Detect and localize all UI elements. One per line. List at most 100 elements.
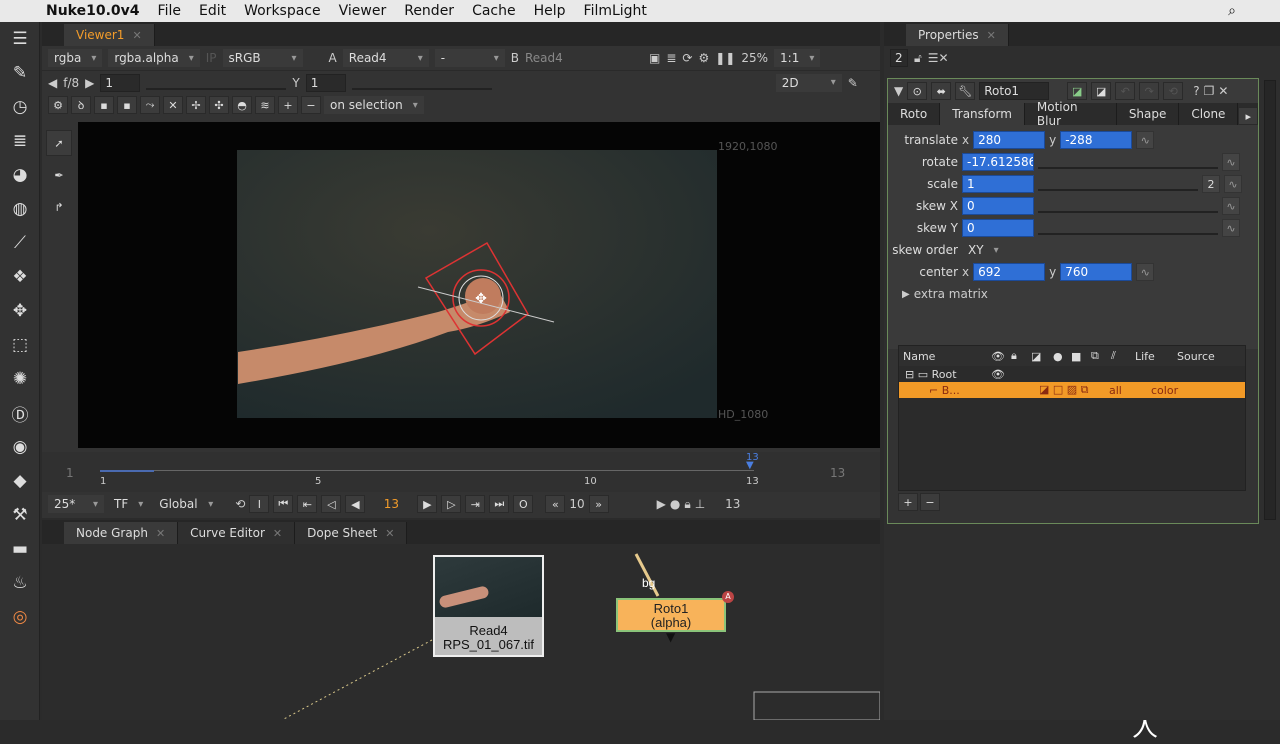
record-icon[interactable]: ● — [670, 497, 680, 511]
step-forward-icon[interactable]: » — [588, 495, 609, 513]
3d-icon[interactable]: ⬚ — [0, 328, 40, 362]
menu-edit[interactable]: Edit — [199, 3, 226, 19]
add-key-icon[interactable]: + — [278, 96, 298, 114]
timeline-end[interactable]: 13 — [830, 466, 845, 480]
fstop-next-icon[interactable]: ▶ — [85, 76, 94, 90]
views-icon[interactable]: ◉ — [0, 430, 40, 464]
gain-field[interactable]: 1 — [100, 73, 141, 92]
colorspace-dropdown[interactable]: sRGB — [222, 49, 303, 67]
selection-mode-dropdown[interactable]: on selection — [324, 96, 424, 114]
invert-icon[interactable]: ◪ — [1031, 350, 1053, 363]
animation-icon[interactable]: ∿ — [1222, 153, 1240, 171]
properties-scrollbar[interactable] — [1264, 80, 1276, 520]
float-icon[interactable]: ❐ — [1204, 84, 1215, 98]
loop-icon[interactable]: ⟲ — [235, 497, 245, 511]
end-frame[interactable]: 13 — [725, 497, 740, 511]
metadata-icon[interactable]: ◆ — [0, 464, 40, 498]
eye-icon[interactable]: 👁︎ — [991, 368, 1005, 381]
alpha-dropdown[interactable]: rgba.alpha — [108, 49, 200, 67]
prev-frame-icon[interactable]: ◁ — [321, 495, 342, 513]
eye-icon[interactable]: 👁︎ — [991, 350, 1011, 363]
current-frame[interactable]: 13 — [369, 497, 413, 511]
transform-points-icon[interactable]: ✣ — [209, 96, 229, 114]
animation-icon[interactable]: ∿ — [1222, 219, 1240, 237]
tab-clone[interactable]: Clone — [1179, 103, 1239, 125]
visibility-icon[interactable]: ◓ — [232, 96, 252, 114]
table-row[interactable]: ⊟ ▭ Root 👁︎ — [899, 366, 1245, 382]
deep-icon[interactable]: Ⓓ — [0, 396, 40, 430]
menu-workspace[interactable]: Workspace — [244, 3, 321, 19]
step-back-icon[interactable]: « — [545, 495, 566, 513]
roi-icon[interactable]: ▣ — [649, 51, 660, 65]
ratio-dropdown[interactable]: 1:1 — [774, 49, 821, 67]
animation-icon[interactable]: ∿ — [1222, 197, 1240, 215]
center-x-field[interactable]: 692 — [973, 263, 1046, 281]
center-icon[interactable]: ⬌ — [931, 82, 952, 100]
gain-slider[interactable] — [146, 76, 287, 90]
scale-field[interactable]: 1 — [962, 175, 1034, 193]
keyer-icon[interactable]: ⟋ — [0, 226, 40, 260]
bezier-tool-icon[interactable]: ✒ — [46, 162, 72, 188]
ip-button[interactable]: IP — [206, 51, 217, 65]
add-button[interactable]: + — [898, 493, 918, 511]
collapse-icon[interactable]: ▼ — [894, 84, 903, 98]
b-input[interactable]: Read4 — [525, 51, 615, 65]
skew-order-dropdown[interactable]: XY — [962, 241, 1005, 259]
clone-tool-icon[interactable]: ↱ — [46, 194, 72, 220]
max-panels-field[interactable]: 2 — [890, 49, 908, 67]
center-y-field[interactable]: 760 — [1060, 263, 1133, 281]
node-name-field[interactable]: Roto1 — [979, 82, 1050, 100]
tf-dropdown[interactable]: TF — [108, 495, 149, 513]
color-swatch-icon[interactable]: ◪ — [1067, 82, 1088, 100]
undo-icon[interactable]: ↶ — [1115, 82, 1136, 100]
last-frame-icon[interactable]: ⏭ — [489, 495, 510, 513]
particles-icon[interactable]: ✺ — [0, 362, 40, 396]
tab-viewer1[interactable]: Viewer1 ✕ — [64, 24, 155, 46]
channel-icon[interactable]: ≣ — [0, 124, 40, 158]
help-icon[interactable]: ? — [1193, 84, 1199, 98]
pointer-icon[interactable]: ☰ — [0, 22, 40, 56]
wrench-icon[interactable]: 🔧︎ — [955, 82, 976, 100]
prev-key-icon[interactable]: ⇤ — [297, 495, 318, 513]
menu-help[interactable]: Help — [534, 3, 566, 19]
merge-icon[interactable]: ❖ — [0, 260, 40, 294]
zoom-value[interactable]: 25% — [741, 51, 768, 65]
viewer-canvas[interactable]: ✥ 1920,1080 HD_1080 — [78, 122, 880, 448]
out-point-button[interactable]: O — [513, 495, 534, 513]
lock-icon[interactable]: 🔒︎ — [1011, 349, 1031, 363]
menu-file[interactable]: File — [158, 3, 181, 19]
filter-icon[interactable]: ◍ — [0, 192, 40, 226]
settings-icon[interactable]: ⚙ — [48, 96, 68, 114]
next-key-icon[interactable]: ⇥ — [465, 495, 486, 513]
next-frame-icon[interactable]: ▷ — [441, 495, 462, 513]
gamma-slider[interactable] — [351, 76, 492, 90]
ruler-icon[interactable]: ⊥ — [695, 497, 705, 511]
animation-icon[interactable]: ∿ — [1136, 131, 1155, 149]
skewy-field[interactable]: 0 — [962, 219, 1034, 237]
translate-x-field[interactable]: 280 — [973, 131, 1046, 149]
feather-icon[interactable]: ꝺ — [71, 96, 91, 114]
table-row[interactable]: ⌐ B... ◪ □ ▨ ⧉ all color — [899, 382, 1245, 398]
cusp-icon[interactable]: ⤳ — [140, 96, 160, 114]
animation-icon[interactable]: ∿ — [1224, 175, 1242, 193]
animation-icon[interactable]: ∿ — [1136, 263, 1155, 281]
rotate-slider[interactable] — [1038, 155, 1218, 169]
menu-cache[interactable]: Cache — [472, 3, 516, 19]
timeline[interactable]: 1 13 1 5 10 13 13 ▼ — [42, 452, 880, 492]
select-tool-icon[interactable]: ➚ — [46, 130, 72, 156]
smooth-icon[interactable]: ✢ — [186, 96, 206, 114]
lines-icon[interactable]: ≣ — [666, 51, 676, 65]
motionblur-icon[interactable]: ⫽ — [1111, 349, 1135, 363]
search-icon[interactable]: ⌕ — [1228, 3, 1236, 19]
tab-shape[interactable]: Shape — [1116, 103, 1180, 125]
remove-key-icon[interactable]: − — [301, 96, 321, 114]
ofx-icon[interactable]: ◎ — [0, 600, 40, 634]
a-input-dropdown[interactable]: Read4 — [342, 49, 429, 67]
skewx-field[interactable]: 0 — [962, 197, 1034, 215]
skewy-slider[interactable] — [1038, 221, 1218, 235]
lock-point-icon[interactable]: ▪ — [94, 96, 114, 114]
tabs-scroll-icon[interactable]: ▸ — [1238, 107, 1258, 125]
menu-viewer[interactable]: Viewer — [339, 3, 387, 19]
tab-motion-blur[interactable]: Motion Blur — [1024, 100, 1117, 128]
delete-point-icon[interactable]: ✕ — [163, 96, 183, 114]
